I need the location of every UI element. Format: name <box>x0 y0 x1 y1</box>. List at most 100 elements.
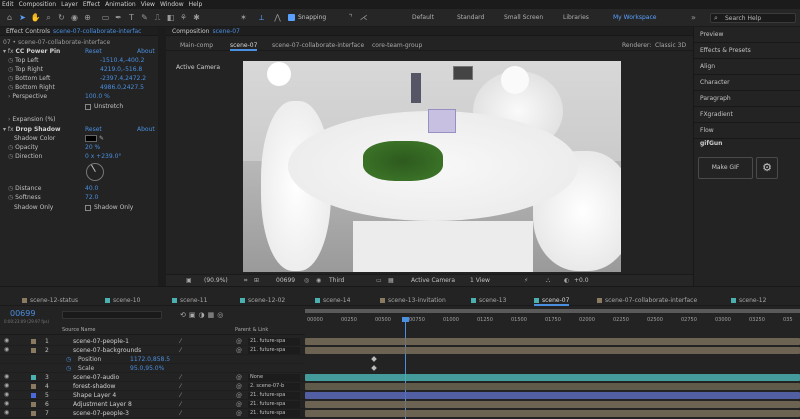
search-help-input[interactable]: ⌕ Search Help <box>710 13 796 23</box>
timeline-tab[interactable]: scene-10 <box>105 295 140 306</box>
parent-select[interactable]: 21. future-spa <box>248 338 300 345</box>
layer-switch-icon[interactable]: ⁄ <box>180 391 181 400</box>
pick-whip-icon[interactable]: @ <box>236 346 242 355</box>
effect-controls-tab[interactable]: Effect Controls scene-07-collaborate-int… <box>0 27 158 36</box>
make-gif-button[interactable]: Make GIF <box>698 157 753 179</box>
direction-value[interactable]: 0 x +239.0° <box>85 152 121 161</box>
always-preview-icon[interactable]: ▣ <box>186 277 192 284</box>
transparency-grid-icon[interactable]: ▦ <box>388 277 394 284</box>
layer-label-color[interactable] <box>31 393 36 398</box>
effects-presets-panel-tab[interactable]: Effects & Presets <box>694 43 800 59</box>
work-area-bar[interactable] <box>305 309 800 313</box>
parent-link-header[interactable]: Parent & Link <box>235 327 268 333</box>
parent-select[interactable]: None <box>248 374 300 381</box>
layer-duration-bar[interactable] <box>305 392 800 399</box>
layer-name[interactable]: scene-07-people-1 <box>73 337 129 346</box>
bottom-left-value[interactable]: -2397.4,2472.2 <box>100 74 146 83</box>
world-axis-icon[interactable]: ⟂ <box>256 12 267 23</box>
pick-whip-icon[interactable]: @ <box>236 373 242 382</box>
ds-about-link[interactable]: About <box>137 125 155 134</box>
exposure-value[interactable]: +0.0 <box>574 277 589 284</box>
menu-layer[interactable]: Layer <box>61 1 78 8</box>
timeline-tab[interactable]: scene-11 <box>172 295 207 306</box>
eyedropper-icon[interactable]: ✎ <box>99 135 104 142</box>
layer-switch-icon[interactable]: ⁄ <box>180 409 181 418</box>
source-name-header[interactable]: Source Name <box>62 327 96 333</box>
menu-edit[interactable]: Edit <box>2 1 14 8</box>
layer-row[interactable]: ◉ 5 Shape Layer 4 ⁄ 21. future-spa @ <box>0 391 305 400</box>
property-value[interactable]: 1172.0,858.5 <box>130 355 170 364</box>
visibility-eye-icon[interactable]: ◉ <box>4 400 9 407</box>
layer-switch-icon[interactable]: ⁄ <box>180 346 181 355</box>
layer-switch-icon[interactable]: ⁄ <box>180 400 181 409</box>
layer-row[interactable]: ◉ 7 scene-07-people-3 ⁄ 21. future-spa @ <box>0 409 305 418</box>
renderer-value[interactable]: Classic 3D <box>655 40 686 51</box>
visibility-eye-icon[interactable]: ◉ <box>4 346 9 353</box>
grid-icon[interactable]: ⊞ <box>254 277 259 284</box>
menu-effect[interactable]: Effect <box>83 1 100 8</box>
align-panel-tab[interactable]: Align <box>694 59 800 75</box>
menu-view[interactable]: View <box>141 1 155 8</box>
local-axis-icon[interactable]: ✶ <box>238 12 249 23</box>
layer-name[interactable]: Adjustment Layer 8 <box>73 400 132 409</box>
pick-whip-icon[interactable]: @ <box>236 391 242 400</box>
layer-label-color[interactable] <box>31 411 36 416</box>
menu-window[interactable]: Window <box>160 1 184 8</box>
comp-tab-main[interactable]: Main-comp <box>180 40 213 51</box>
paragraph-panel-tab[interactable]: Paragraph <box>694 91 800 107</box>
softness-value[interactable]: 72.0 <box>85 193 98 202</box>
opacity-value[interactable]: 20 % <box>85 143 100 152</box>
pen-tool-icon[interactable]: ✒ <box>113 12 124 23</box>
visibility-eye-icon[interactable]: ◉ <box>4 382 9 389</box>
snap-edge-icon[interactable]: ⋌ <box>358 12 369 23</box>
fx-toggle-icon[interactable]: ▾ fx <box>3 48 14 55</box>
keyframe-marker[interactable] <box>371 365 377 371</box>
layer-row[interactable]: ◉ 2 scene-07-backgrounds ⁄ 21. future-spa @ <box>0 346 305 355</box>
layer-row[interactable]: ◉ 6 Adjustment Layer 8 ⁄ 21. future-spa @ <box>0 400 305 409</box>
comp-tab-collaborate[interactable]: scene-07-collaborate-interface <box>272 40 364 51</box>
layer-row[interactable]: ◉ 3 scene-07-audio ⁄ None @ <box>0 373 305 382</box>
layer-row[interactable]: ◉ 4 forest-shadow ⁄ 2. scene-07-b @ <box>0 382 305 391</box>
shadow-only-checkbox[interactable] <box>85 204 91 211</box>
pick-whip-icon[interactable]: @ <box>236 400 242 409</box>
timeline-tab[interactable]: scene-12-status <box>22 295 78 306</box>
direction-dial[interactable] <box>86 163 104 181</box>
safe-area-icon[interactable]: ⌗ <box>244 277 247 285</box>
workspace-overflow-icon[interactable]: » <box>688 12 699 23</box>
bottom-right-value[interactable]: 4986.0,2427.5 <box>100 83 144 92</box>
layer-name[interactable]: scene-07-backgrounds <box>73 346 141 355</box>
pick-whip-icon[interactable]: @ <box>236 409 242 418</box>
menu-composition[interactable]: Composition <box>19 1 56 8</box>
ds-reset-link[interactable]: Reset <box>85 125 102 134</box>
layer-switch-icon[interactable]: ⁄ <box>180 382 181 391</box>
cc-about-link[interactable]: About <box>137 47 155 56</box>
workspace-standard[interactable]: Standard <box>457 14 484 21</box>
pan-behind-tool-icon[interactable]: ⊕ <box>82 12 93 23</box>
roto-brush-tool-icon[interactable]: ⚘ <box>178 12 189 23</box>
selection-tool-icon[interactable]: ➤ <box>17 12 28 23</box>
workspace-libraries[interactable]: Libraries <box>563 14 589 21</box>
layer-label-color[interactable] <box>31 384 36 389</box>
pick-whip-icon[interactable]: @ <box>236 337 242 346</box>
timeline-tab[interactable]: scene-13-invitation <box>380 295 446 306</box>
layer-duration-bar[interactable] <box>305 347 800 354</box>
distance-value[interactable]: 40.0 <box>85 184 98 193</box>
snapshot-icon[interactable]: ◎ <box>304 277 309 284</box>
menu-animation[interactable]: Animation <box>105 1 136 8</box>
workspace-small-screen[interactable]: Small Screen <box>504 14 543 21</box>
perspective-value[interactable]: 100.0 % <box>85 92 110 101</box>
timeline-tab[interactable]: scene-14 <box>315 295 350 306</box>
stopwatch-icon[interactable]: ◷ <box>66 355 71 364</box>
visibility-eye-icon[interactable]: ◉ <box>4 391 9 398</box>
workspace-my-workspace[interactable]: My Workspace <box>613 14 656 21</box>
timeline-tab[interactable]: scene-07-collaborate-interface <box>597 295 697 306</box>
timeline-tab[interactable]: scene-12 <box>731 295 766 306</box>
keyframe-marker[interactable] <box>371 356 377 362</box>
top-right-value[interactable]: 4219.0,-516.8 <box>100 65 142 74</box>
views-select[interactable]: 1 View <box>470 277 490 284</box>
puppet-tool-icon[interactable]: ✱ <box>191 12 202 23</box>
layer-label-color[interactable] <box>31 375 36 380</box>
comp-viewport[interactable] <box>243 61 621 272</box>
parent-select[interactable]: 21. future-spa <box>248 392 300 399</box>
camera-tool-icon[interactable]: ◉ <box>69 12 80 23</box>
